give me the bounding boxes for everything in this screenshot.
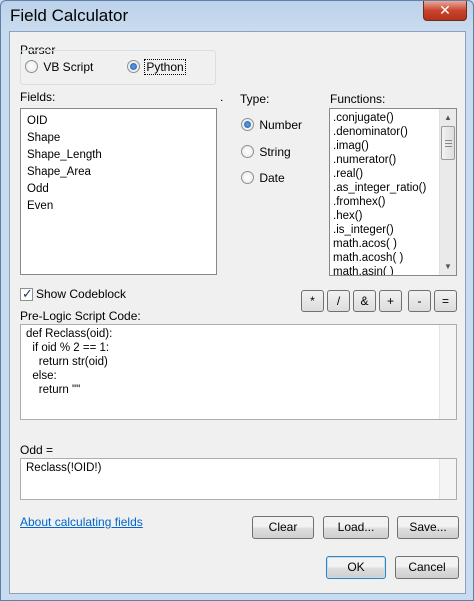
function-item[interactable]: .conjugate() xyxy=(333,112,394,124)
function-item[interactable]: math.acos( ) xyxy=(333,238,397,250)
ok-button[interactable]: OK xyxy=(326,556,386,579)
close-icon: ✕ xyxy=(439,2,451,18)
function-item[interactable]: .as_integer_ratio() xyxy=(333,182,426,194)
function-item[interactable]: math.asin( ) xyxy=(333,266,394,275)
radio-string[interactable]: String xyxy=(241,144,291,159)
functions-label: Functions: xyxy=(330,92,386,106)
function-item[interactable]: .hex() xyxy=(333,210,362,222)
code-line: return str(oid) xyxy=(26,356,108,368)
function-item[interactable]: .imag() xyxy=(333,140,369,152)
scroll-up-icon[interactable]: ▲ xyxy=(440,109,456,126)
check-icon: ✓ xyxy=(22,286,33,301)
field-calculator-window: Field Calculator ✕ Parser VB Script Pyth… xyxy=(0,0,474,601)
field-item[interactable]: Odd xyxy=(27,183,49,195)
code-line: else: xyxy=(26,370,57,382)
pre-logic-label: Pre-Logic Script Code: xyxy=(20,309,141,323)
close-button[interactable]: ✕ xyxy=(423,1,467,21)
function-item[interactable]: .real() xyxy=(333,168,363,180)
grip-line xyxy=(445,146,452,147)
type-label: Type: xyxy=(240,92,270,106)
field-item[interactable]: Even xyxy=(27,200,53,212)
code-line: def Reclass(oid): xyxy=(26,328,113,340)
load-button[interactable]: Load... xyxy=(323,516,389,539)
clear-button[interactable]: Clear xyxy=(252,516,314,539)
about-calculating-link[interactable]: About calculating fields xyxy=(20,515,143,529)
radio-date-label: Date xyxy=(259,170,285,185)
fields-list[interactable]: OID Shape Shape_Length Shape_Area Odd Ev… xyxy=(20,108,217,275)
grip-line xyxy=(445,143,452,144)
grip-line xyxy=(445,140,452,141)
radio-vbscript-button[interactable] xyxy=(25,60,38,74)
cancel-button[interactable]: Cancel xyxy=(395,556,459,579)
expression-value: Reclass(!OID!) xyxy=(26,462,102,474)
plus-button[interactable]: + xyxy=(379,290,402,312)
function-item[interactable]: math.acosh( ) xyxy=(333,252,403,264)
function-item[interactable]: .denominator() xyxy=(333,126,408,138)
scroll-thumb[interactable] xyxy=(441,126,455,160)
expression-input[interactable]: Reclass(!OID!) xyxy=(20,458,457,500)
show-codeblock-checkbox[interactable]: ✓ xyxy=(20,286,33,301)
radio-number[interactable]: Number xyxy=(241,117,302,132)
field-item[interactable]: OID xyxy=(27,115,47,127)
radio-number-button[interactable] xyxy=(241,118,254,132)
divide-button[interactable]: / xyxy=(327,290,350,312)
expression-label: Odd = xyxy=(20,443,54,457)
code-line: return "" xyxy=(26,384,81,396)
title-bar[interactable]: Field Calculator ✕ xyxy=(1,1,473,31)
dialog-body: Parser VB Script Python Fields: OID Shap… xyxy=(9,31,466,594)
radio-python-label: Python xyxy=(144,58,186,75)
fields-label: Fields: xyxy=(20,90,56,104)
equals-button[interactable]: = xyxy=(434,290,457,312)
code-line: if oid % 2 == 1: xyxy=(26,342,110,354)
scroll-down-icon[interactable]: ▼ xyxy=(440,258,456,275)
field-item[interactable]: Shape_Length xyxy=(27,149,102,161)
minus-button[interactable]: - xyxy=(408,290,431,312)
window-title: Field Calculator xyxy=(10,6,129,25)
functions-scrollbar[interactable]: ▲ ▼ xyxy=(439,109,456,275)
pre-logic-script-input[interactable]: def Reclass(oid): if oid % 2 == 1: retur… xyxy=(20,324,457,420)
concat-button[interactable]: & xyxy=(353,290,376,312)
radio-python[interactable]: Python xyxy=(127,58,186,75)
radio-number-label: Number xyxy=(259,117,303,132)
function-item[interactable]: .numerator() xyxy=(333,154,396,166)
save-button[interactable]: Save... xyxy=(397,516,459,539)
expression-scrollbar[interactable] xyxy=(439,459,456,499)
parser-group: VB Script Python xyxy=(20,50,216,85)
function-item[interactable]: .fromhex() xyxy=(333,196,385,208)
radio-date-button[interactable] xyxy=(241,171,254,185)
functions-list[interactable]: .conjugate() .denominator() .imag() .num… xyxy=(329,108,457,276)
function-item[interactable]: .is_integer() xyxy=(333,224,394,236)
script-scrollbar[interactable] xyxy=(439,325,456,419)
show-codeblock-label: Show Codeblock xyxy=(36,287,127,301)
radio-vbscript-label: VB Script xyxy=(43,59,94,74)
multiply-button[interactable]: * xyxy=(301,290,324,312)
radio-string-label: String xyxy=(259,144,291,159)
field-item[interactable]: Shape_Area xyxy=(27,166,91,178)
radio-string-button[interactable] xyxy=(241,145,254,159)
sort-marker-icon: ˙ xyxy=(220,97,225,113)
radio-python-button[interactable] xyxy=(127,60,140,74)
radio-vbscript[interactable]: VB Script xyxy=(25,59,93,74)
radio-date[interactable]: Date xyxy=(241,170,285,185)
field-item[interactable]: Shape xyxy=(27,132,60,144)
